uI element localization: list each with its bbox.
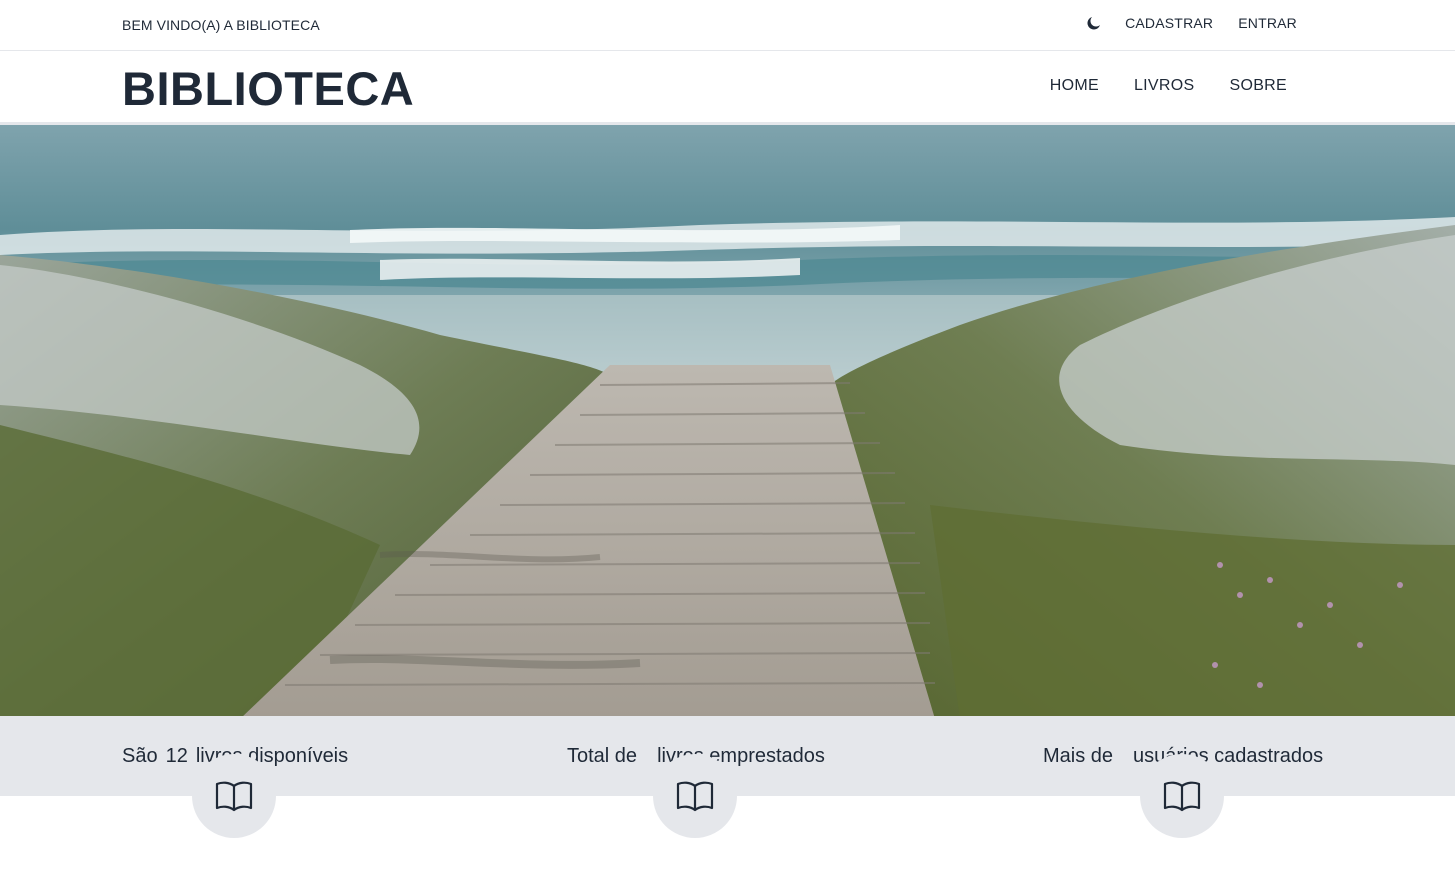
- stat-icon-circle: [192, 754, 276, 838]
- site-logo[interactable]: BIBLIOTECA: [122, 61, 414, 116]
- stat-prefix: Mais de: [1043, 745, 1114, 767]
- moon-icon[interactable]: [1085, 14, 1103, 32]
- login-link[interactable]: ENTRAR: [1238, 15, 1297, 31]
- nav-home[interactable]: HOME: [1050, 77, 1099, 95]
- open-book-icon: [1163, 781, 1201, 812]
- open-book-icon: [676, 781, 714, 812]
- stat-value: 12: [165, 745, 188, 767]
- hero-image: [0, 122, 1455, 716]
- stat-prefix: Total de: [567, 745, 638, 767]
- stat-prefix: São: [122, 745, 158, 767]
- main-navbar: BIBLIOTECA HOME LIVROS SOBRE: [0, 51, 1455, 122]
- beach-boardwalk-photo: [0, 125, 1455, 716]
- stat-icon-circle: [653, 754, 737, 838]
- top-bar: BEM VINDO(A) A BIBLIOTECA CADASTRAR ENTR…: [0, 0, 1455, 51]
- top-bar-actions: CADASTRAR ENTRAR: [1085, 14, 1297, 32]
- stat-icon-circle: [1140, 754, 1224, 838]
- nav-livros[interactable]: LIVROS: [1134, 77, 1195, 95]
- register-link[interactable]: CADASTRAR: [1125, 15, 1213, 31]
- open-book-icon: [215, 781, 253, 812]
- nav-sobre[interactable]: SOBRE: [1229, 77, 1287, 95]
- welcome-message: BEM VINDO(A) A BIBLIOTECA: [122, 17, 320, 33]
- main-nav: HOME LIVROS SOBRE: [1050, 77, 1287, 95]
